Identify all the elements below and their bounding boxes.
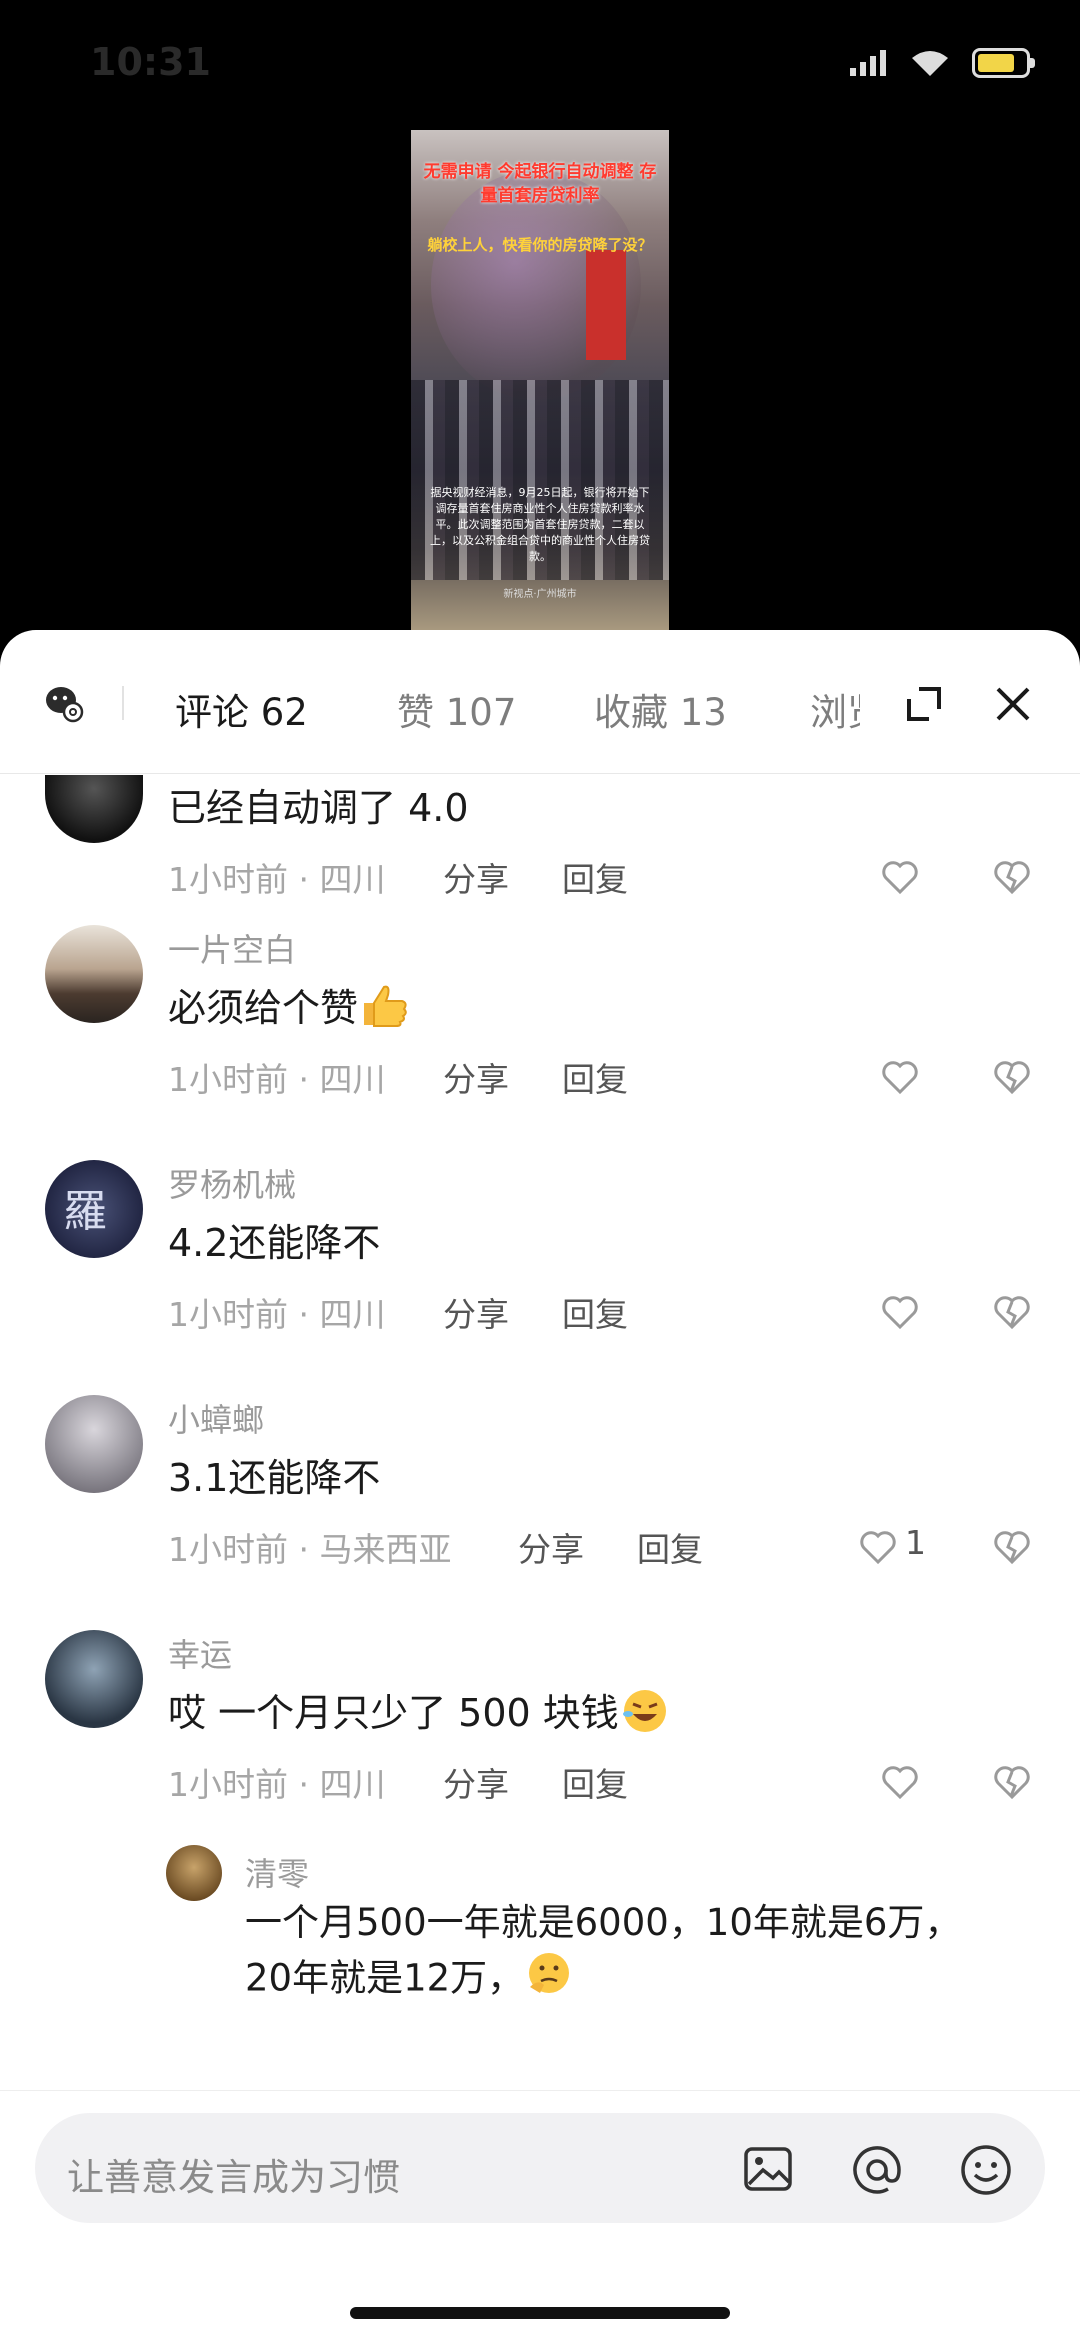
avatar[interactable]	[45, 775, 143, 843]
expand-icon[interactable]	[905, 685, 943, 723]
comment-username[interactable]: 一片空白	[168, 925, 296, 971]
comment-text: 必须给个赞	[168, 977, 410, 1038]
dislike-heart-icon[interactable]	[992, 857, 1032, 897]
image-icon[interactable]	[743, 2146, 793, 2192]
share-button[interactable]: 分享	[443, 853, 509, 901]
avatar[interactable]	[45, 1630, 143, 1728]
video-subtitle: 躺校上人，快看你的房贷降了没？	[427, 236, 653, 254]
dislike-heart-icon[interactable]	[992, 1292, 1032, 1332]
share-button[interactable]: 分享	[443, 1288, 509, 1336]
reply-button[interactable]: 回复	[562, 853, 628, 901]
thumbs-up-emoji	[358, 983, 410, 1038]
heart-icon[interactable]	[880, 857, 920, 897]
reply-button[interactable]: 回复	[562, 1053, 628, 1101]
battery-icon	[972, 48, 1035, 78]
comment-meta: 1小时前 · 四川	[168, 1765, 386, 1804]
wechat-icon[interactable]	[44, 683, 84, 723]
reply-text: 一个月500一年就是6000，10年就是6万，20年就是12万，	[245, 1897, 1005, 2011]
comment-meta: 1小时前 · 四川	[168, 1295, 386, 1334]
comment-input-placeholder: 让善意发言成为习惯	[67, 2156, 400, 2199]
comment-text: 哎 一个月只少了 500 块钱	[168, 1682, 671, 1745]
video-caption: 据央视财经消息，9月25日起，银行将开始下调存量首套住房商业性个人住房贷款利率水…	[430, 486, 650, 563]
comment-input-bar: 让善意发言成为习惯	[0, 2090, 1080, 2337]
dislike-heart-icon[interactable]	[992, 1527, 1032, 1567]
close-icon[interactable]	[994, 685, 1032, 723]
video-banner	[586, 250, 626, 360]
comment-username[interactable]: 罗杨机械	[168, 1160, 296, 1206]
status-icons	[848, 48, 1035, 78]
comment-input[interactable]: 让善意发言成为习惯	[35, 2113, 1045, 2223]
reply-button[interactable]: 回复	[562, 1758, 628, 1806]
dislike-heart-icon[interactable]	[992, 1057, 1032, 1097]
status-time: 10:31	[90, 40, 211, 84]
laughing-emoji	[619, 1686, 671, 1745]
svg-text:羅: 羅	[63, 1186, 107, 1237]
reply-username[interactable]: 清零	[245, 1849, 309, 1895]
heart-icon[interactable]	[880, 1057, 920, 1097]
heart-icon[interactable]	[858, 1527, 898, 1567]
comment-username[interactable]: 小蟑螂	[168, 1395, 264, 1441]
tab-views[interactable]: 浏览	[810, 682, 860, 736]
wifi-icon	[912, 51, 948, 76]
status-bar: 10:31	[0, 0, 1080, 130]
comment-list[interactable]: 已经自动调了 4.0 1小时前 · 四川 分享 回复 一片空白 必须给个赞 1小…	[0, 775, 1080, 2115]
comment-meta: 1小时前 · 马来西亚	[168, 1530, 452, 1569]
heart-icon[interactable]	[880, 1762, 920, 1802]
dislike-heart-icon[interactable]	[992, 1762, 1032, 1802]
reply-avatar[interactable]	[166, 1845, 222, 1901]
video-player[interactable]: 无需申请 今起银行自动调整 存量首套房贷利率 躺校上人，快看你的房贷降了没？ 据…	[411, 130, 669, 630]
tab-comments[interactable]: 评论 62	[175, 682, 308, 736]
comment-tab-bar: 评论 62 赞 107 收藏 13 浏览	[0, 630, 1080, 774]
comment-meta: 1小时前 · 四川	[168, 860, 386, 899]
avatar[interactable]	[45, 925, 143, 1023]
comment-text: 4.2还能降不	[168, 1221, 381, 1265]
heart-icon[interactable]	[880, 1292, 920, 1332]
tab-likes[interactable]: 赞 107	[397, 682, 516, 736]
reply-button[interactable]: 回复	[562, 1288, 628, 1336]
share-button[interactable]: 分享	[443, 1053, 509, 1101]
comment-meta: 1小时前 · 四川	[168, 1060, 386, 1099]
comment-text: 3.1还能降不	[168, 1456, 381, 1500]
comment-username[interactable]: 幸运	[168, 1630, 232, 1676]
tab-favorites[interactable]: 收藏 13	[594, 682, 727, 736]
like-count: 1	[905, 1523, 926, 1562]
comment-text: 已经自动调了 4.0	[168, 786, 469, 830]
share-button[interactable]: 分享	[443, 1758, 509, 1806]
reply-button[interactable]: 回复	[637, 1523, 703, 1571]
share-button[interactable]: 分享	[518, 1523, 584, 1571]
avatar[interactable]: 羅	[45, 1160, 143, 1258]
avatar[interactable]	[45, 1395, 143, 1493]
signal-icon	[850, 50, 886, 76]
comment-sheet: 评论 62 赞 107 收藏 13 浏览 已经自动调了 4.0 1小时前 · 四…	[0, 630, 1080, 2337]
video-credit: 新视点·广州城市	[503, 589, 577, 600]
home-indicator[interactable]	[350, 2307, 730, 2319]
at-mention-icon[interactable]	[850, 2143, 904, 2197]
tab-divider	[122, 686, 124, 720]
thinking-emoji	[524, 1949, 574, 2011]
video-title: 无需申请 今起银行自动调整 存量首套房贷利率	[423, 162, 657, 206]
emoji-icon[interactable]	[959, 2143, 1013, 2197]
